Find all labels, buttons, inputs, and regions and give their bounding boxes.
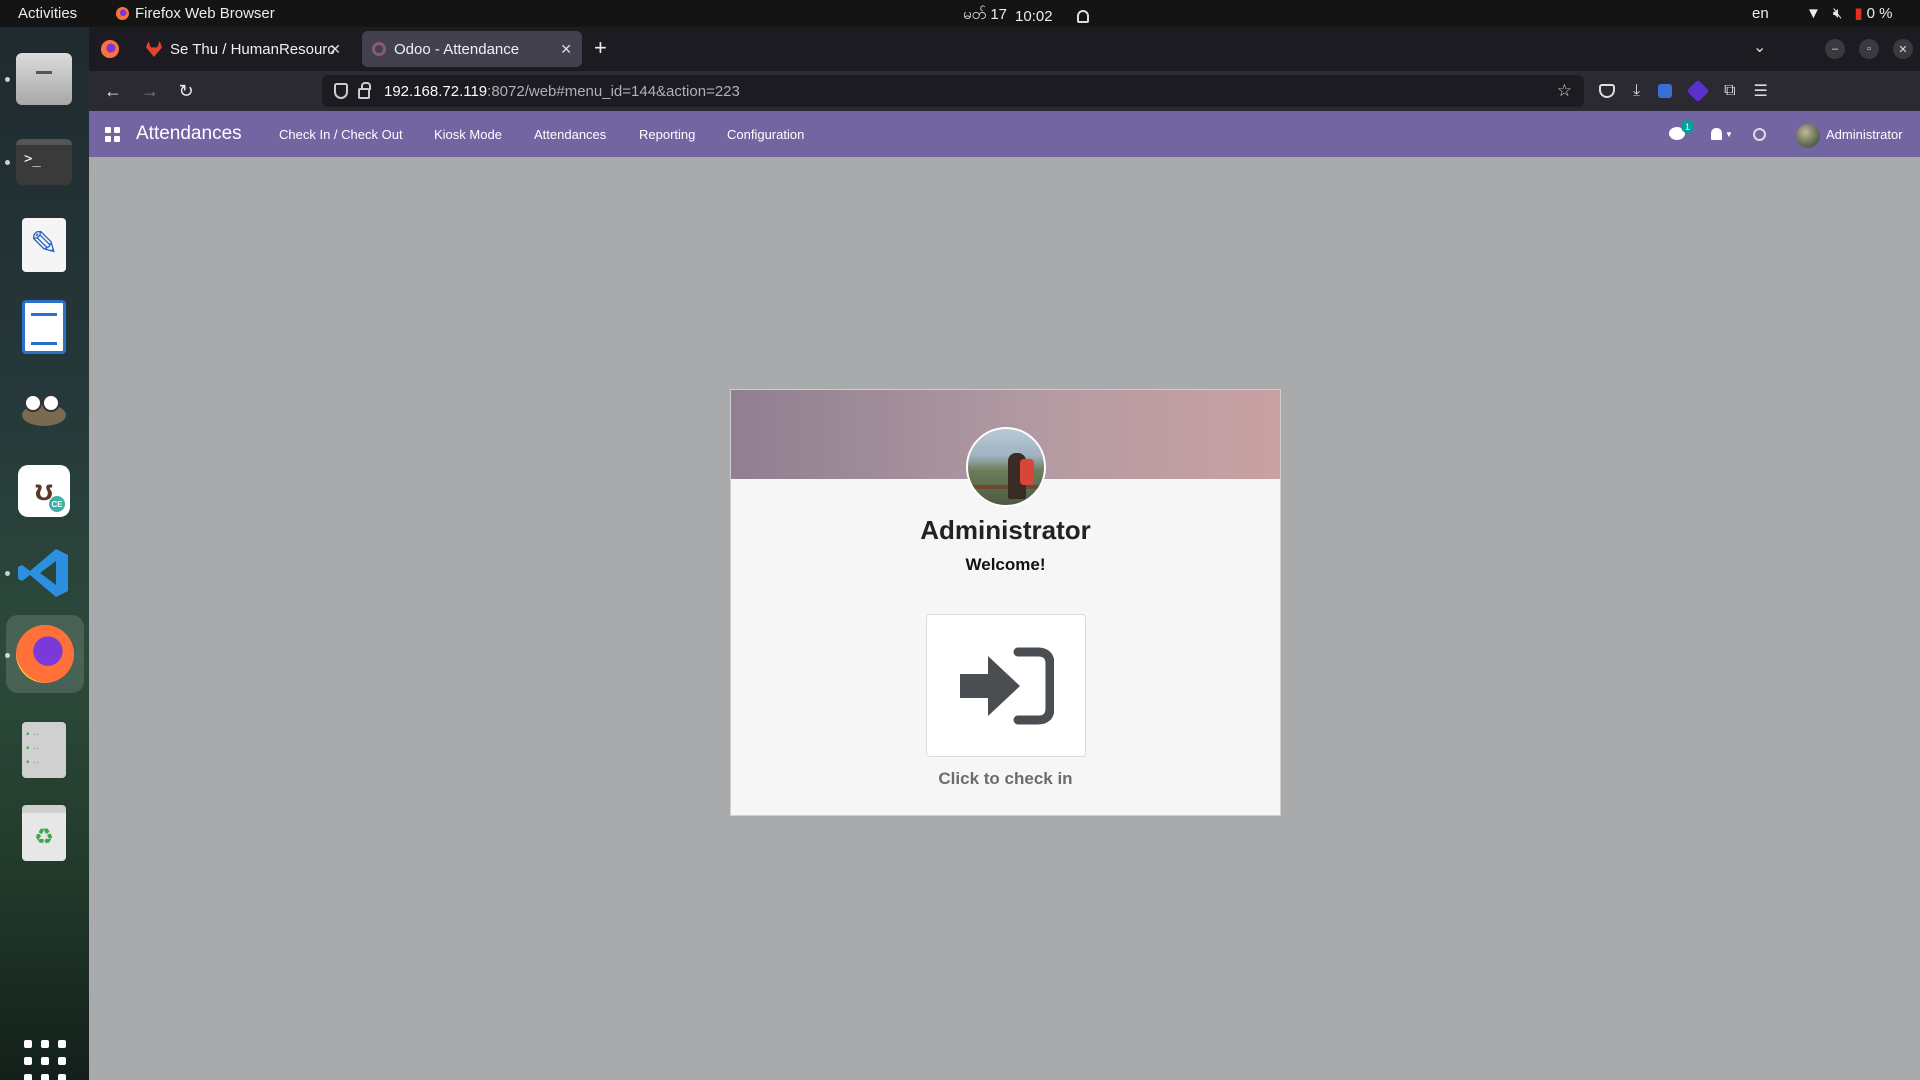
system-top-bar: Activities Firefox Web Browser မတ် 17 10… (0, 0, 1920, 27)
check-in-button[interactable] (926, 614, 1086, 757)
writer-icon (22, 300, 66, 354)
menu-check-in-out[interactable]: Check In / Check Out (279, 127, 403, 142)
dock-text-editor[interactable] (14, 215, 74, 275)
dock-vscode[interactable] (14, 543, 74, 603)
check-in-label: Click to check in (938, 769, 1073, 788)
clock-icon[interactable] (1753, 128, 1766, 141)
vscode-icon (16, 545, 72, 601)
firefox-icon (16, 625, 74, 683)
running-indicator (5, 571, 10, 576)
files-icon (16, 53, 72, 105)
language-indicator[interactable]: en (1752, 5, 1769, 22)
tab-strip: Se Thu / HumanResource ✕ Odoo - Attendan… (89, 27, 1920, 71)
maximize-button[interactable]: ▫ (1859, 39, 1879, 59)
clock-date: မတ် 17 (963, 6, 1008, 23)
activity-bell-icon[interactable] (1711, 128, 1722, 140)
reload-button[interactable]: ↻ (174, 79, 198, 103)
battery-percent: 0 % (1866, 4, 1893, 22)
wifi-icon: ▼ (1806, 4, 1821, 22)
tab-odoo-attendance[interactable]: Odoo - Attendance ✕ (362, 31, 582, 67)
dock-gimp[interactable] (14, 379, 74, 439)
menu-configuration[interactable]: Configuration (727, 127, 804, 142)
notification-bell-icon (1076, 9, 1089, 23)
firefox-icon (116, 7, 129, 20)
clock-time: 10:02 (1015, 7, 1053, 25)
app-menu-label: Firefox Web Browser (135, 5, 275, 22)
menu-reporting[interactable]: Reporting (639, 127, 695, 142)
running-indicator (5, 77, 10, 82)
extensions-puzzle-icon[interactable]: ⧉ (1724, 82, 1735, 100)
tab-gitlab[interactable]: Se Thu / HumanResource ✕ (136, 31, 351, 67)
check-in-card: Administrator Welcome! Click to check in (730, 389, 1281, 816)
running-indicator (5, 160, 10, 165)
terminal-icon: >_ (16, 139, 72, 185)
dock-trash[interactable]: ♻ (14, 803, 74, 863)
navigation-toolbar: ← → ↻ 192.168.72.119:8072/web#menu_id=14… (89, 71, 1920, 111)
odoo-navbar: Attendances Check In / Check Out Kiosk M… (89, 111, 1920, 157)
downloads-icon[interactable]: ⤓ (1633, 82, 1640, 100)
lock-icon[interactable] (358, 81, 371, 99)
server-icon (22, 722, 66, 778)
trash-icon: ♻ (22, 805, 66, 861)
text-editor-icon (22, 218, 66, 272)
gitlab-icon (146, 41, 162, 57)
user-menu[interactable]: Administrator (1826, 127, 1903, 142)
url-bar[interactable]: 192.168.72.119:8072/web#menu_id=144&acti… (322, 75, 1584, 107)
dock-files[interactable] (14, 49, 74, 109)
main-content: Administrator Welcome! Click to check in (89, 157, 1920, 1080)
activities-button[interactable]: Activities (18, 5, 77, 22)
sign-in-icon (960, 647, 1054, 724)
odoo-icon (372, 42, 386, 56)
user-avatar[interactable] (1796, 124, 1820, 148)
dock: >_ ʊCE ♻ (0, 27, 89, 1080)
minimize-button[interactable]: – (1825, 39, 1845, 59)
battery-icon: ▮ (1854, 5, 1863, 22)
show-apps-icon[interactable] (24, 1040, 66, 1080)
gimp-icon (16, 388, 72, 430)
employee-avatar (966, 427, 1046, 507)
hamburger-menu-icon[interactable]: ☰ (1754, 81, 1768, 101)
app-switcher-icon[interactable] (105, 127, 120, 142)
clock[interactable]: မတ် 17 10:02 (963, 5, 1089, 27)
forward-button[interactable]: → (138, 79, 162, 103)
dbeaver-icon: ʊ CE (18, 465, 70, 517)
list-all-tabs-icon[interactable]: ⌄ (1753, 37, 1766, 57)
back-button[interactable]: ← (101, 79, 125, 103)
dock-writer[interactable] (14, 297, 74, 357)
menu-attendances[interactable]: Attendances (534, 127, 606, 142)
dock-dbeaver[interactable]: ʊ CE (14, 461, 74, 521)
close-tab-icon[interactable]: ✕ (560, 41, 572, 58)
tab-title: Odoo - Attendance (394, 40, 520, 58)
new-tab-button[interactable]: + (594, 35, 607, 61)
app-brand[interactable]: Attendances (136, 123, 242, 145)
system-tray[interactable]: ▼ 🔇︎ ▮ 0 % (1806, 4, 1893, 23)
chat-badge: 1 (1681, 120, 1694, 133)
tracking-shield-icon[interactable] (334, 83, 348, 99)
caret-down-icon: ▼ (1725, 130, 1733, 139)
app-menu[interactable]: Firefox Web Browser (116, 5, 275, 22)
firefox-window: Se Thu / HumanResource ✕ Odoo - Attendan… (89, 27, 1920, 1080)
extension-icon[interactable] (1686, 79, 1710, 103)
close-tab-icon[interactable]: ✕ (329, 41, 341, 58)
close-window-button[interactable]: ✕ (1893, 39, 1913, 59)
tab-title: Se Thu / HumanResource (170, 40, 335, 58)
volume-muted-icon: 🔇︎ (1832, 4, 1843, 22)
dock-server[interactable] (14, 720, 74, 780)
dock-terminal[interactable]: >_ (14, 132, 74, 192)
extension-icon[interactable] (1658, 84, 1673, 98)
bookmark-star-icon[interactable]: ☆ (1557, 81, 1572, 101)
dock-firefox[interactable] (6, 615, 84, 693)
pocket-icon[interactable] (1599, 84, 1615, 98)
firefox-view-icon[interactable] (101, 40, 119, 58)
toolbar-extensions: ⤓ ⧉ ☰ (1599, 79, 1768, 103)
welcome-message: Welcome! (965, 555, 1046, 574)
url-text[interactable]: 192.168.72.119:8072/web#menu_id=144&acti… (384, 83, 740, 100)
employee-name: Administrator (920, 515, 1091, 545)
menu-kiosk-mode[interactable]: Kiosk Mode (434, 127, 502, 142)
